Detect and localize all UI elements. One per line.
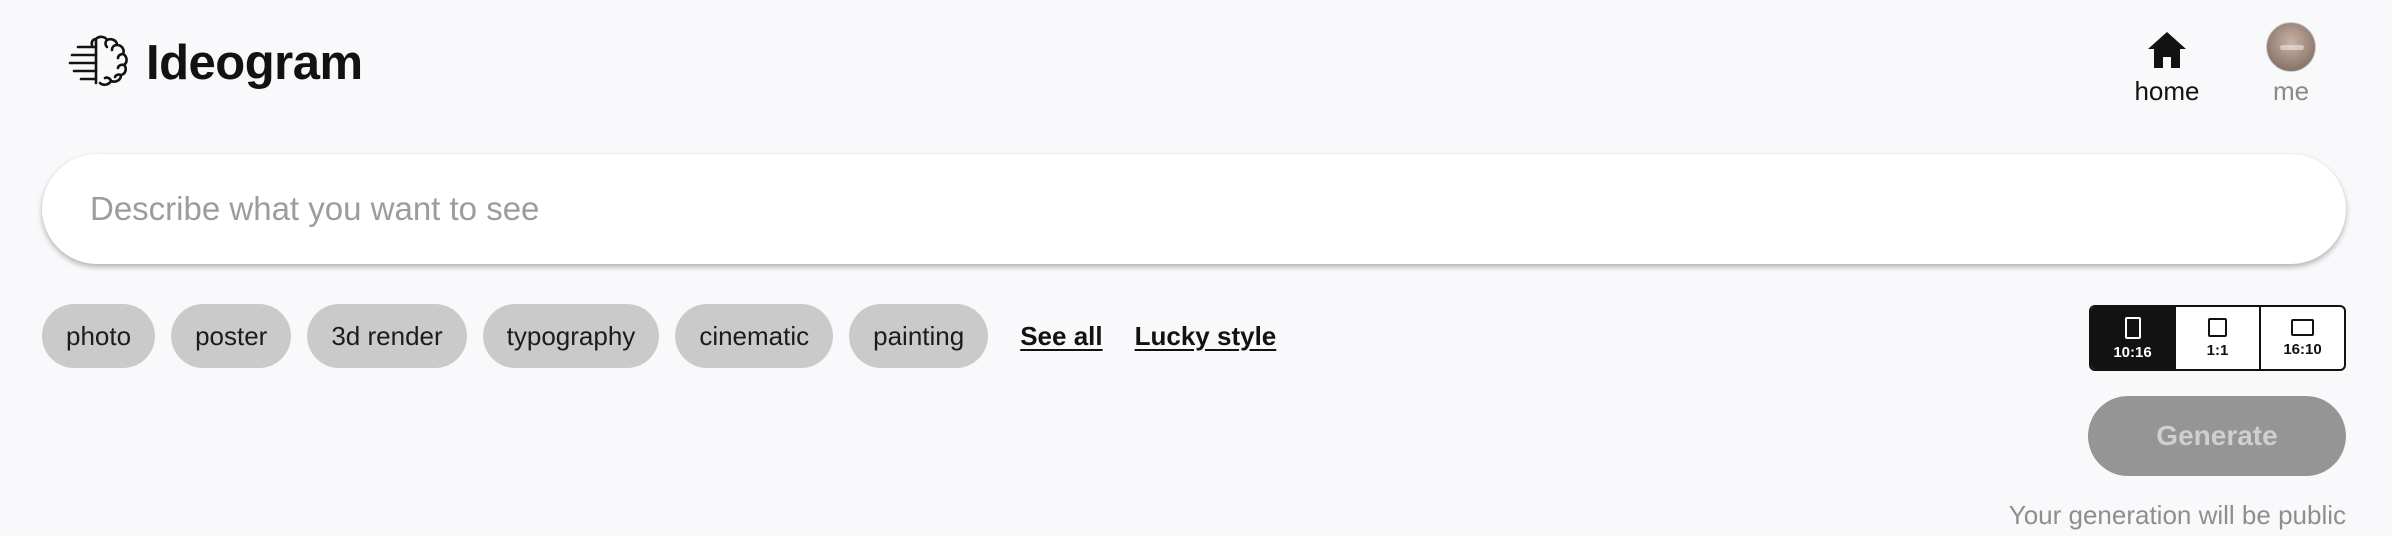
- nav-home-label: home: [2134, 76, 2200, 106]
- aspect-ratio-selector: 10:16 1:1 16:10: [2089, 305, 2346, 371]
- nav-home[interactable]: home: [2124, 26, 2210, 112]
- aspect-ratio-16-10[interactable]: 16:10: [2259, 307, 2344, 369]
- brand[interactable]: Ideogram: [66, 30, 363, 96]
- style-chip-painting[interactable]: painting: [849, 304, 989, 368]
- style-chip-photo[interactable]: photo: [42, 304, 156, 368]
- brand-name: Ideogram: [146, 36, 363, 90]
- style-chips: photo poster 3d render typography cinema…: [42, 304, 1292, 368]
- aspect-ratio-10-16[interactable]: 10:16: [2091, 307, 2174, 369]
- brain-icon: [68, 35, 128, 87]
- style-chip-cinematic[interactable]: cinematic: [675, 304, 834, 368]
- generate-button[interactable]: Generate: [2088, 396, 2346, 476]
- avatar: [2266, 22, 2316, 72]
- lucky-style-link[interactable]: Lucky style: [1135, 321, 1277, 352]
- style-chip-3d-render[interactable]: 3d render: [307, 304, 467, 368]
- nav-me[interactable]: me: [2248, 22, 2334, 112]
- app-root: Ideogram home me photo poster 3d render …: [0, 0, 2392, 536]
- aspect-ratio-label: 16:10: [2283, 341, 2322, 358]
- see-all-link[interactable]: See all: [1020, 321, 1102, 352]
- visibility-note: Your generation will be public: [2008, 500, 2346, 530]
- landscape-icon: [2291, 319, 2314, 336]
- aspect-ratio-1-1[interactable]: 1:1: [2174, 307, 2259, 369]
- home-icon: [2148, 32, 2186, 68]
- nav-me-label: me: [2272, 76, 2310, 106]
- prompt-box: [42, 154, 2346, 264]
- prompt-input[interactable]: [42, 154, 2346, 264]
- aspect-ratio-label: 1:1: [2206, 342, 2229, 359]
- style-chip-poster[interactable]: poster: [171, 304, 292, 368]
- aspect-ratio-label: 10:16: [2113, 343, 2152, 361]
- square-icon: [2208, 318, 2227, 337]
- portrait-icon: [2124, 316, 2141, 339]
- style-chip-typography[interactable]: typography: [482, 304, 660, 368]
